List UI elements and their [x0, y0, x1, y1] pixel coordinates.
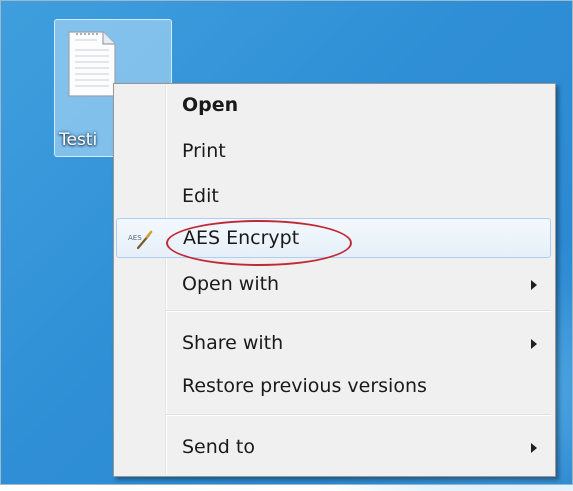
aes-icon-text: AES	[128, 234, 142, 242]
submenu-arrow-icon	[531, 339, 537, 349]
aes-encrypt-icon: AES	[128, 230, 153, 250]
menu-item-restore-previous-versions[interactable]: Restore previous versions	[116, 367, 551, 407]
menu-item-open[interactable]: Open	[116, 86, 551, 126]
desktop: Testi Open Print Edit AES AES Encrypt Op…	[0, 0, 573, 491]
menu-item-label: AES Encrypt	[183, 227, 300, 249]
text-document-icon	[68, 31, 116, 97]
menu-item-label: Restore previous versions	[182, 375, 427, 397]
menu-item-print[interactable]: Print	[116, 132, 551, 172]
menu-item-label: Open with	[182, 273, 280, 295]
menu-item-share-with[interactable]: Share with	[116, 324, 551, 364]
menu-item-edit[interactable]: Edit	[116, 177, 551, 217]
submenu-arrow-icon	[531, 443, 537, 453]
menu-item-send-to[interactable]: Send to	[116, 428, 551, 468]
menu-item-label: Share with	[182, 332, 284, 354]
menu-item-label: Edit	[182, 185, 219, 207]
menu-item-label: Open	[182, 94, 239, 116]
menu-item-label: Print	[182, 140, 226, 162]
menu-separator	[166, 414, 551, 416]
menu-separator	[166, 310, 551, 312]
menu-item-open-with[interactable]: Open with	[116, 265, 551, 305]
submenu-arrow-icon	[531, 280, 537, 290]
file-name-label: Testi	[59, 130, 98, 150]
menu-item-label: Send to	[182, 436, 255, 458]
context-menu: Open Print Edit AES AES Encrypt Open wit…	[113, 83, 556, 477]
menu-item-aes-encrypt[interactable]: AES AES Encrypt	[116, 218, 551, 258]
